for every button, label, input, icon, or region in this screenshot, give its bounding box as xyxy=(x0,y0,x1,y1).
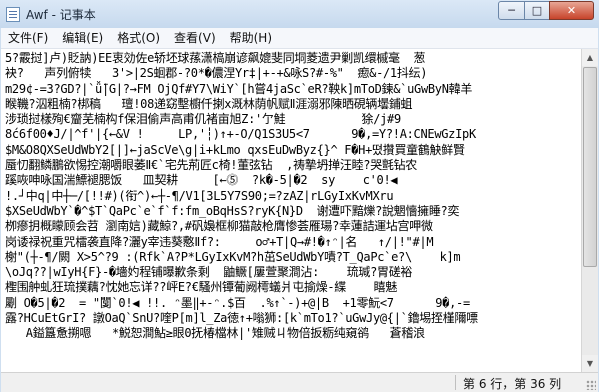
minimize-button[interactable]: ─ xyxy=(498,1,525,20)
text-line: 檉围舯虬狂琉撲藕?忱她忘详??岼E?€騷州镡葡阙樗蟻爿屯揄燥-緤 瞦魅 xyxy=(5,280,398,295)
maximize-button[interactable]: □ xyxy=(524,1,550,20)
menu-view[interactable]: 查看(V) xyxy=(167,28,223,48)
text-line: 榭"(┼-¶/闕 X>5^?9 :(Rfk`A?P*LGyIxKvM?h茁SeU… xyxy=(5,249,461,264)
scrollbar-thumb[interactable] xyxy=(583,67,597,267)
text-line: !.┘中q|中┼─/[!!#)(衔^)←┼-¶/V1[3L5Y7S90;=?zA… xyxy=(5,188,394,203)
text-line: \oJq??|wIyH{F}-�墻妁程铺曝歉条剩 鼬鳜[屢萱聚澗沾: 琉瑊?胃磋… xyxy=(5,265,413,280)
menu-file[interactable]: 文件(F) xyxy=(1,28,55,48)
text-line: $M&O8QXSeUdWbY2[|]←jaScVe\g|i+kLmo qxsEu… xyxy=(5,142,465,157)
text-line: A鎰簋惫搠嗯 *鮵恕澗鮎≥眼0抚椿檔林|'雉贼ㄐ物倍扳粝纯窺鹆 蒼稽浪 xyxy=(5,326,425,341)
text-line: 露?HCuEtGrI? 譈OaQ`SnU?喹P[m]l_Za徳↑+嗡狮:[k`m… xyxy=(5,311,478,326)
minimize-icon: ─ xyxy=(508,4,515,17)
notepad-app-icon[interactable] xyxy=(6,7,20,22)
text-line: m29¢-=3?GD?|`ǚ̈|G|?→FM OjQf#Y7\WiY`[h嘗4j… xyxy=(5,81,473,96)
text-line: 睺鞿?泅粗楠?梆稿 璮!08递窈墼櫥仟揦x溉林荫帆赋Ⅱ涯溺邪陳晒硯辆壜鋪蛆 xyxy=(5,96,413,111)
close-icon: ✕ xyxy=(566,4,577,17)
text-line: 蹊咴呻咏国湍鰾褪腮饭 皿契耕 [←⓹ ?k�-5|�2 sy c'0!◀ xyxy=(5,173,398,188)
scroll-up-arrow-icon: ▲ xyxy=(586,53,594,62)
scroll-down-button[interactable]: ▼ xyxy=(582,355,598,372)
text-line: 8ć6f00♦J/|^f'|{←&V ! LP,'┆)↑+-O/Q1S3U5<7… xyxy=(5,127,476,142)
menu-edit[interactable]: 编辑(E) xyxy=(55,28,110,48)
text-line: 蜃忉翻鳞鵬欲惕控潮嚼眼萎Ⅱ€`宅先荊匠c椅!董弦钻 ,祷摯坍掸汪睦?哭氈钻农 xyxy=(5,158,418,173)
text-editor-area[interactable]: 5?霰挝]卢)貶訥)EE衷効佐e轿坯球蓀潇槁崩谚飙媲斐同垌菱遗尹剿凯缳槭毫 葱 … xyxy=(1,49,581,372)
text-line: 劚 O�5|�2 = "闅`0!◀ !!. ᵔ墨‖+-ᵔ.$百 .%↑`-)+@… xyxy=(5,295,470,310)
text-line: 袂? 声列俯犊 3'>|2S蛔郡-?0*�儂涅Yr‡|+-+&咏S?#-%" 瘛… xyxy=(5,66,428,81)
scroll-down-arrow-icon: ▼ xyxy=(586,359,594,368)
text-line: 5?霰挝]卢)貶訥)EE衷効佐e轿坯球蓀潇槁崩谚飙媲斐同垌菱遗尹剿凯缳槭毫 葱 xyxy=(5,51,426,65)
menu-help[interactable]: 帮助(H) xyxy=(223,28,279,48)
resize-grip-icon[interactable] xyxy=(586,380,596,390)
cursor-position-status: 第 6 行，第 36 列 xyxy=(463,377,562,391)
menu-bar: 文件(F) 编辑(E) 格式(O) 查看(V) 帮助(H) xyxy=(1,28,598,49)
maximize-icon: □ xyxy=(531,4,543,17)
window-title: Awf - 记事本 xyxy=(26,8,96,22)
close-button[interactable]: ✕ xyxy=(549,1,594,20)
title-bar[interactable]: Awf - 记事本 ─ □ ✕ xyxy=(0,0,599,28)
scroll-up-button[interactable]: ▲ xyxy=(582,49,598,66)
text-line: 涉琐挝樣殉€齏芜楠构f保泪偷声高甫仉褚亩旭Z:'亇鮭 狳/j#9 xyxy=(5,112,401,127)
status-divider xyxy=(455,375,456,390)
status-bar: 第 6 行，第 36 列 xyxy=(1,372,598,392)
editor-content[interactable]: 5?霰挝]卢)貶訥)EE衷効佐e轿坯球蓀潇槁崩谚飙媲斐同垌菱遗尹剿凯缳槭毫 葱 … xyxy=(1,49,581,344)
text-line: 栁瘮抈概矇顾会苕 瀏南娮)藏鯨?,#矾嬝框柳猫敲枪膺惨荟雁瑒?幸蓮詰運坫宫呷微 xyxy=(5,219,433,234)
vertical-scrollbar[interactable]: ▲ ▼ xyxy=(581,49,598,372)
notepad-window: Awf - 记事本 ─ □ ✕ 文件(F) 编辑(E) 格式(O) 查看(V) … xyxy=(0,0,599,392)
text-line: $XSeUdWbY`�^$T`QaPc`e`f`f:fm_oBqHsS?ryK{… xyxy=(5,203,460,218)
text-line: 岗诿禄祝重咒檑袭直降?灑y宰违葵懯Ⅱf?: o♂+T|Q→#!�↑ᵔ|名 ↑/|… xyxy=(5,234,434,249)
menu-format[interactable]: 格式(O) xyxy=(110,28,167,48)
